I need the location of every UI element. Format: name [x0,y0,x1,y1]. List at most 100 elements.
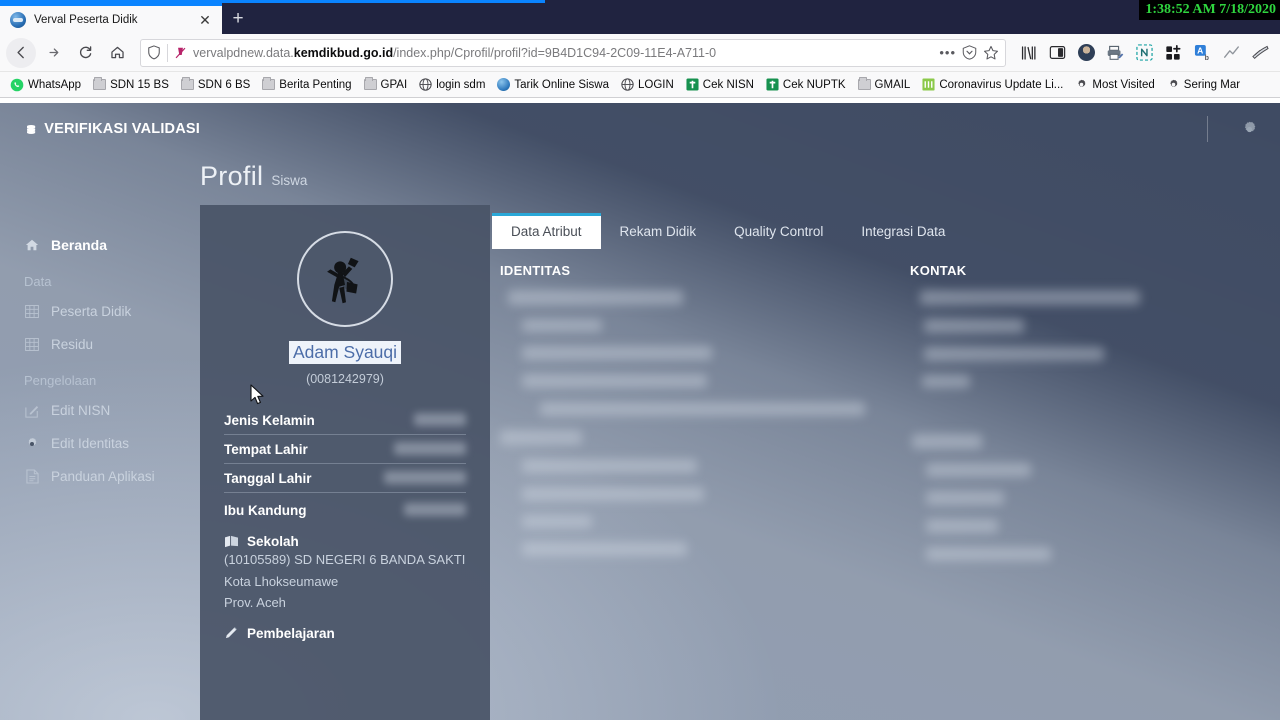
mouse-cursor [250,384,264,405]
bookmark-label: Berita Penting [279,78,352,91]
bookmark-cek-nuptk[interactable]: Cek NUPTK [760,76,852,93]
bookmark-label: login sdm [436,78,486,91]
svg-text:b: b [1204,54,1209,61]
forward-button[interactable] [38,38,68,68]
green-tag-icon [686,78,699,91]
page-actions-icon[interactable]: ••• [939,45,956,60]
extensions-grid-icon[interactable] [1159,39,1187,67]
sidebar-item-edit-nisn[interactable]: Edit NISN [0,394,200,427]
whatsapp-icon [10,78,24,91]
student-name[interactable]: Adam Syauqi [288,341,402,364]
sekolah-section: Sekolah (10105589) SD NEGERI 6 BANDA SAK… [224,534,466,614]
tab-rekam-didik[interactable]: Rekam Didik [601,213,716,249]
screenshot-icon[interactable] [1246,39,1274,67]
sidebar-item-edit-identitas[interactable]: Edit Identitas [0,427,200,460]
bookmark-sering-mar[interactable]: Sering Mar [1161,76,1246,93]
bookmark-sdn-6-bs[interactable]: SDN 6 BS [175,77,256,93]
field-label: Tanggal Lahir [224,471,312,486]
reload-button[interactable] [70,38,100,68]
bookmark-gpai[interactable]: GPAI [358,77,414,93]
sidebar-item-label: Peserta Didik [51,304,132,319]
sidebar-item-residu[interactable]: Residu [0,328,200,361]
field-tempat-lahir: Tempat Lahir [224,435,466,464]
app-header: VERIFIKASI VALIDASI [0,103,1280,155]
translate-icon[interactable]: Ab [1188,39,1216,67]
pane-heading-kontak: KONTAK [910,263,967,278]
bookmark-label: Coronavirus Update Li... [939,78,1064,91]
redacted-row [926,519,998,533]
star-icon[interactable] [983,45,999,61]
pane-heading-identitas: IDENTITAS [500,263,571,278]
library-icon[interactable] [1014,39,1042,67]
redacted-row [522,487,704,501]
url-domain: kemdikbud.go.id [293,45,394,60]
close-icon[interactable]: ✕ [196,11,214,29]
student-graduate-icon [327,257,359,304]
tab-quality-control[interactable]: Quality Control [715,213,842,249]
avatar [297,231,393,327]
lightning-icon[interactable] [1217,39,1245,67]
field-value-redacted [394,442,466,455]
sidebar-item-beranda[interactable]: Beranda [0,228,200,262]
bookmark-gmail[interactable]: GMAIL [852,77,917,93]
tab-integrasi-data[interactable]: Integrasi Data [842,213,964,249]
back-button[interactable] [6,37,36,68]
url-prefix: vervalpdnew.data. [193,45,294,60]
brand[interactable]: VERIFIKASI VALIDASI [0,121,200,138]
sidebar-caption-data: Data [24,274,52,289]
bookmark-berita-penting[interactable]: Berita Penting [256,77,357,93]
redacted-row [926,547,1051,561]
sidebar-item-panduan-aplikasi[interactable]: Panduan Aplikasi [0,460,200,493]
browser-tabstrip: Verval Peserta Didik ✕ + 1:38:52 AM 7/18… [0,0,1280,34]
bookmark-tarik-online-siswa[interactable]: Tarik Online Siswa [491,76,615,93]
bookmark-sdn-15-bs[interactable]: SDN 15 BS [87,77,175,93]
bookmark-coronavirus-update[interactable]: Coronavirus Update Li... [916,76,1069,93]
bookmark-login[interactable]: LOGIN [615,76,680,93]
field-label: Ibu Kandung [224,503,307,518]
url-bar[interactable]: vervalpdnew.data.kemdikbud.go.id/index.p… [140,38,1006,67]
globe-icon [419,78,432,91]
bookmark-label: GMAIL [874,78,911,91]
field-tanggal-lahir: Tanggal Lahir [224,464,466,493]
profile-fields: Jenis Kelamin Tempat Lahir Tanggal Lahir [224,406,466,524]
green-chart-icon [922,78,935,91]
redacted-row [926,463,1031,477]
sekolah-title-row: Sekolah [224,534,466,549]
folder-icon [363,77,377,90]
url-divider [167,43,168,62]
print-icon[interactable] [1101,39,1129,67]
folder-icon [262,77,276,90]
browser-tab[interactable]: Verval Peserta Didik ✕ [0,3,222,34]
browser-window: Verval Peserta Didik ✕ + 1:38:52 AM 7/18… [0,0,1280,720]
folder-icon [857,77,871,90]
new-tab-button[interactable]: + [222,3,254,34]
bookmarks-bar: WhatsApp SDN 15 BS SDN 6 BS Berita Penti… [0,72,1280,98]
pane-kontak: KONTAK [910,263,1280,575]
folder-icon [93,77,107,90]
tab-data-atribut[interactable]: Data Atribut [492,213,601,249]
redacted-row [912,434,982,449]
bookmark-login-sdm[interactable]: login sdm [413,76,491,93]
bookmark-label: WhatsApp [28,78,82,91]
sidebar: Beranda Data Peserta Didik Residu Pengel… [0,155,200,720]
pane-identitas: IDENTITAS [500,263,910,575]
sidebar-item-peserta-didik[interactable]: Peserta Didik [0,295,200,328]
account-avatar-icon[interactable] [1072,39,1100,67]
sidebar-icon[interactable] [1043,39,1071,67]
redacted-row [522,459,697,473]
pocket-icon[interactable] [962,45,977,60]
sidebar-item-label: Residu [51,337,94,352]
pembelajaran-title-row: Pembelajaran [224,626,466,641]
bookmark-most-visited[interactable]: Most Visited [1069,76,1160,93]
settings-button[interactable] [1234,114,1264,144]
field-value-redacted [414,413,466,426]
home-button[interactable] [102,38,132,68]
redacted-row [924,347,1104,361]
notion-clipper-icon[interactable] [1130,39,1158,67]
svg-text:A: A [1197,45,1203,55]
bookmark-whatsapp[interactable]: WhatsApp [4,76,87,94]
browser-toolbar-icons: Ab [1014,39,1274,67]
bookmark-cek-nisn[interactable]: Cek NISN [680,76,760,93]
redacted-row [540,402,865,416]
shield-icon [148,45,160,60]
